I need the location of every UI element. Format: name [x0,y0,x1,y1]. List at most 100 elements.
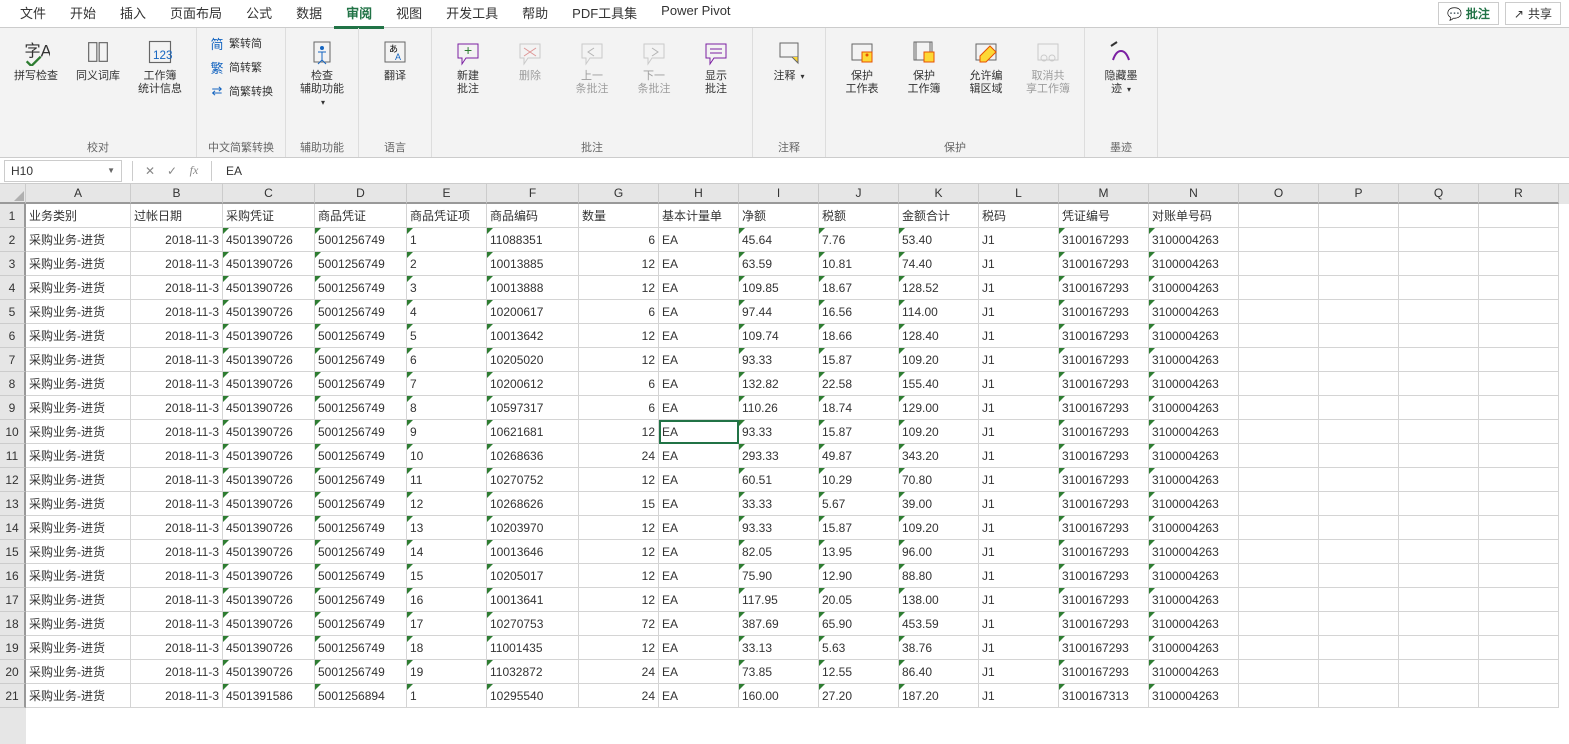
cell-A16[interactable]: 采购业务-进货 [26,564,131,588]
ribbon-btn-保护工作表[interactable]: 保护工作表 [834,32,890,100]
cell-I11[interactable]: 293.33 [739,444,819,468]
cell-O16[interactable] [1239,564,1319,588]
cell-I5[interactable]: 97.44 [739,300,819,324]
cell-G5[interactable]: 6 [579,300,659,324]
cell-C15[interactable]: 4501390726 [223,540,315,564]
cell-P11[interactable] [1319,444,1399,468]
cell-R7[interactable] [1479,348,1559,372]
cell-F12[interactable]: 10270752 [487,468,579,492]
cell-M18[interactable]: 3100167293 [1059,612,1149,636]
cell-K19[interactable]: 38.76 [899,636,979,660]
cell-I3[interactable]: 63.59 [739,252,819,276]
cell-B7[interactable]: 2018-11-3 [131,348,223,372]
cell-F16[interactable]: 10205017 [487,564,579,588]
cell-J8[interactable]: 22.58 [819,372,899,396]
row-header-14[interactable]: 14 [0,516,26,540]
cell-E8[interactable]: 7 [407,372,487,396]
row-header-11[interactable]: 11 [0,444,26,468]
cell-R18[interactable] [1479,612,1559,636]
cell-L13[interactable]: J1 [979,492,1059,516]
cell-O3[interactable] [1239,252,1319,276]
cell-H17[interactable]: EA [659,588,739,612]
cell-C21[interactable]: 4501391586 [223,684,315,708]
cell-E7[interactable]: 6 [407,348,487,372]
cell-Q15[interactable] [1399,540,1479,564]
cell-H13[interactable]: EA [659,492,739,516]
menu-视图[interactable]: 视图 [384,0,434,29]
cell-J21[interactable]: 27.20 [819,684,899,708]
cell-C12[interactable]: 4501390726 [223,468,315,492]
cell-I20[interactable]: 73.85 [739,660,819,684]
confirm-icon[interactable]: ✓ [161,160,183,182]
row-header-8[interactable]: 8 [0,372,26,396]
cell-D3[interactable]: 5001256749 [315,252,407,276]
cell-A2[interactable]: 采购业务-进货 [26,228,131,252]
menu-数据[interactable]: 数据 [284,0,334,29]
cell-D17[interactable]: 5001256749 [315,588,407,612]
ribbon-btn-注释[interactable]: 注释 ▾ [761,32,817,87]
cell-J14[interactable]: 15.87 [819,516,899,540]
cell-L5[interactable]: J1 [979,300,1059,324]
cell-E19[interactable]: 18 [407,636,487,660]
cell-C4[interactable]: 4501390726 [223,276,315,300]
cell-O11[interactable] [1239,444,1319,468]
cell-B12[interactable]: 2018-11-3 [131,468,223,492]
cell-H10[interactable]: EA [659,420,739,444]
cell-J4[interactable]: 18.67 [819,276,899,300]
cell-C19[interactable]: 4501390726 [223,636,315,660]
cell-B15[interactable]: 2018-11-3 [131,540,223,564]
cell-A4[interactable]: 采购业务-进货 [26,276,131,300]
cell-G16[interactable]: 12 [579,564,659,588]
cell-Q20[interactable] [1399,660,1479,684]
cell-B3[interactable]: 2018-11-3 [131,252,223,276]
cell-H16[interactable]: EA [659,564,739,588]
cell-I21[interactable]: 160.00 [739,684,819,708]
cell-F15[interactable]: 10013646 [487,540,579,564]
cell-D18[interactable]: 5001256749 [315,612,407,636]
row-header-2[interactable]: 2 [0,228,26,252]
cell-R19[interactable] [1479,636,1559,660]
cell-D20[interactable]: 5001256749 [315,660,407,684]
cell-H12[interactable]: EA [659,468,739,492]
cell-D15[interactable]: 5001256749 [315,540,407,564]
cell-N6[interactable]: 3100004263 [1149,324,1239,348]
cell-D16[interactable]: 5001256749 [315,564,407,588]
cell-D11[interactable]: 5001256749 [315,444,407,468]
cell-L9[interactable]: J1 [979,396,1059,420]
cell-P6[interactable] [1319,324,1399,348]
cell-Q14[interactable] [1399,516,1479,540]
cell-H7[interactable]: EA [659,348,739,372]
cell-K13[interactable]: 39.00 [899,492,979,516]
cell-Q12[interactable] [1399,468,1479,492]
cell-K12[interactable]: 70.80 [899,468,979,492]
cell-F2[interactable]: 11088351 [487,228,579,252]
cell-N21[interactable]: 3100004263 [1149,684,1239,708]
cell-J3[interactable]: 10.81 [819,252,899,276]
cell-I10[interactable]: 93.33 [739,420,819,444]
menu-页面布局[interactable]: 页面布局 [158,0,234,29]
cell-R16[interactable] [1479,564,1559,588]
cell-H21[interactable]: EA [659,684,739,708]
cell-A12[interactable]: 采购业务-进货 [26,468,131,492]
cell-N14[interactable]: 3100004263 [1149,516,1239,540]
cell-C1[interactable]: 采购凭证 [223,204,315,228]
cell-C16[interactable]: 4501390726 [223,564,315,588]
cell-G7[interactable]: 12 [579,348,659,372]
cell-L21[interactable]: J1 [979,684,1059,708]
cell-E18[interactable]: 17 [407,612,487,636]
cell-P14[interactable] [1319,516,1399,540]
cell-N1[interactable]: 对账单号码 [1149,204,1239,228]
cell-I7[interactable]: 93.33 [739,348,819,372]
cell-J20[interactable]: 12.55 [819,660,899,684]
row-header-5[interactable]: 5 [0,300,26,324]
cell-O17[interactable] [1239,588,1319,612]
cell-J6[interactable]: 18.66 [819,324,899,348]
col-header-I[interactable]: I [739,184,819,204]
cell-A5[interactable]: 采购业务-进货 [26,300,131,324]
cell-B2[interactable]: 2018-11-3 [131,228,223,252]
cell-P4[interactable] [1319,276,1399,300]
cell-C3[interactable]: 4501390726 [223,252,315,276]
cell-R3[interactable] [1479,252,1559,276]
cell-C14[interactable]: 4501390726 [223,516,315,540]
cell-M8[interactable]: 3100167293 [1059,372,1149,396]
